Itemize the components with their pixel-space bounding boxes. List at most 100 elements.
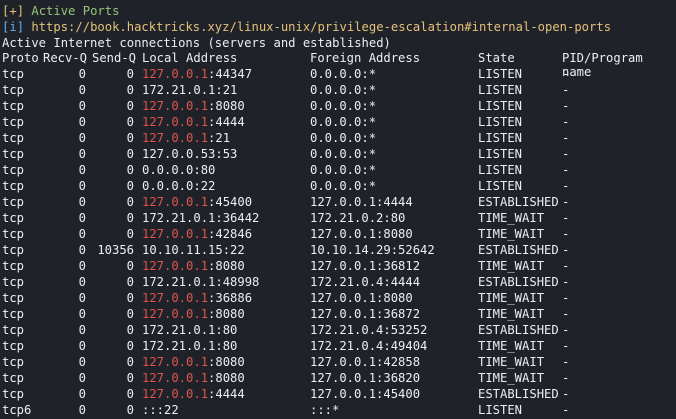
cell-send-q: 0 xyxy=(126,355,134,369)
table-row: tcp 0 0 172.21.0.1:80 172.21.0.4:53252 ESTABL… xyxy=(0,323,676,339)
cell-pid-program: - xyxy=(562,83,570,97)
cell-recv-q: 0 xyxy=(78,195,86,209)
table-row: tcp 0 0 127.0.0.1:8080 127.0.0.1:42858 TIME_W… xyxy=(0,355,676,371)
local-port: :22 xyxy=(193,179,216,193)
local-port: :22 xyxy=(222,243,245,257)
cell-proto: tcp xyxy=(2,67,25,81)
cell-recv-q: 0 xyxy=(78,83,86,97)
cell-foreign-address: 172.21.0.4:4444 xyxy=(310,275,421,289)
info-bracket-open: [ xyxy=(2,20,10,34)
cell-pid-program: - xyxy=(562,195,570,209)
local-host: :::22 xyxy=(142,403,179,417)
cell-pid-program: - xyxy=(562,291,570,305)
cell-proto: tcp xyxy=(2,275,25,289)
cell-send-q: 0 xyxy=(126,323,134,337)
cell-foreign-address: 127.0.0.1:36820 xyxy=(310,371,421,385)
cell-state: ESTABLISHED xyxy=(478,275,559,289)
cell-pid-program: - xyxy=(562,99,570,113)
cell-recv-q: 0 xyxy=(78,403,86,417)
section-bracket-open: [ xyxy=(2,4,10,18)
cell-local-address: 127.0.0.1:4444 xyxy=(142,387,245,401)
hacktricks-link[interactable]: https://book.hacktricks.xyz/linux-unix/p… xyxy=(31,19,611,35)
local-port: :42846 xyxy=(208,227,253,241)
cell-state: LISTEN xyxy=(478,163,523,177)
local-host: 172.21.0.1 xyxy=(142,339,216,353)
local-host: 0.0.0.0 xyxy=(142,163,194,177)
local-port: :80 xyxy=(193,163,216,177)
cell-pid-program: - xyxy=(562,355,570,369)
cell-state: ESTABLISHED xyxy=(478,195,559,209)
cell-recv-q: 0 xyxy=(78,227,86,241)
local-port: :21 xyxy=(208,131,231,145)
cell-foreign-address: 127.0.0.1:42858 xyxy=(310,355,421,369)
local-port: :53 xyxy=(215,147,238,161)
local-port: :80 xyxy=(215,323,238,337)
cell-local-address: 0.0.0.0:80 xyxy=(142,163,215,177)
cell-state: TIME_WAIT xyxy=(478,371,545,385)
table-row: tcp 0 0 0.0.0.0:80 0.0.0.0:* LISTEN - xyxy=(0,163,676,179)
cell-send-q: 0 xyxy=(126,147,134,161)
cell-foreign-address: 0.0.0.0:* xyxy=(310,163,377,177)
local-host: 172.21.0.1 xyxy=(142,323,216,337)
cell-local-address: 127.0.0.1:8080 xyxy=(142,259,245,273)
cell-send-q: 0 xyxy=(126,275,134,289)
cell-local-address: 127.0.0.1:45400 xyxy=(142,195,252,209)
table-row: tcp 0 0 172.21.0.1:21 0.0.0.0:* LISTEN - xyxy=(0,83,676,99)
cell-send-q: 0 xyxy=(126,387,134,401)
cell-recv-q: 0 xyxy=(78,163,86,177)
cell-pid-program: - xyxy=(562,179,570,193)
cell-foreign-address: 127.0.0.1:36812 xyxy=(310,259,421,273)
cell-pid-program: - xyxy=(562,147,570,161)
cell-local-address: 127.0.0.1:21 xyxy=(142,131,230,145)
cell-pid-program: - xyxy=(562,371,570,385)
cell-proto: tcp xyxy=(2,147,25,161)
cell-proto: tcp xyxy=(2,211,25,225)
table-row: tcp 0 0 127.0.0.1:4444 0.0.0.0:* LISTEN - xyxy=(0,115,676,131)
local-port: :4444 xyxy=(208,387,245,401)
cell-state: ESTABLISHED xyxy=(478,323,559,337)
cell-send-q: 0 xyxy=(126,259,134,273)
cell-foreign-address: 127.0.0.1:8080 xyxy=(310,227,413,241)
cell-local-address: 172.21.0.1:21 xyxy=(142,83,237,97)
cell-proto: tcp xyxy=(2,291,25,305)
table-row: tcp 0 0 127.0.0.1:42846 127.0.0.1:8080 TIME_W… xyxy=(0,227,676,243)
cell-recv-q: 0 xyxy=(78,371,86,385)
cell-recv-q: 0 xyxy=(78,179,86,193)
cell-send-q: 0 xyxy=(126,227,134,241)
local-host: 127.0.0.1 xyxy=(142,131,209,145)
cell-foreign-address: 0.0.0.0:* xyxy=(310,131,377,145)
cell-local-address: 127.0.0.1:8080 xyxy=(142,371,245,385)
cell-state: LISTEN xyxy=(478,179,523,193)
cell-foreign-address: 0.0.0.0:* xyxy=(310,83,377,97)
table-row: tcp 0 0 172.21.0.1:48998 172.21.0.4:4444 ESTA… xyxy=(0,275,676,291)
cell-local-address: 172.21.0.1:48998 xyxy=(142,275,259,289)
table-row: tcp 0 0 127.0.0.1:8080 127.0.0.1:36820 TIME_W… xyxy=(0,371,676,387)
col-local-address: Local Address xyxy=(142,51,238,65)
netstat-title: Active Internet connections (servers and… xyxy=(0,35,676,51)
terminal-output: [+] Active Ports [i] https://book.hacktr… xyxy=(0,0,676,419)
cell-send-q: 0 xyxy=(126,291,134,305)
cell-proto: tcp xyxy=(2,339,25,353)
cell-pid-program: - xyxy=(562,323,570,337)
local-port: :8080 xyxy=(208,259,245,273)
cell-state: LISTEN xyxy=(478,67,523,81)
local-port: :44347 xyxy=(208,67,253,81)
cell-local-address: 127.0.0.1:44347 xyxy=(142,67,252,81)
cell-send-q: 0 xyxy=(126,195,134,209)
cell-send-q: 0 xyxy=(126,115,134,129)
cell-send-q: 0 xyxy=(126,403,134,417)
cell-send-q: 0 xyxy=(126,307,134,321)
local-port: :45400 xyxy=(208,195,253,209)
cell-state: TIME_WAIT xyxy=(478,339,545,353)
cell-proto: tcp xyxy=(2,115,25,129)
cell-send-q: 10356 xyxy=(97,243,134,257)
cell-foreign-address: 127.0.0.1:4444 xyxy=(310,195,413,209)
cell-state: ESTABLISHED xyxy=(478,387,559,401)
cell-state: LISTEN xyxy=(478,131,523,145)
cell-recv-q: 0 xyxy=(78,67,86,81)
local-port: :8080 xyxy=(208,355,245,369)
local-port: :80 xyxy=(215,339,238,353)
cell-recv-q: 0 xyxy=(78,275,86,289)
cell-pid-program: - xyxy=(562,275,570,289)
local-host: 0.0.0.0 xyxy=(142,179,194,193)
